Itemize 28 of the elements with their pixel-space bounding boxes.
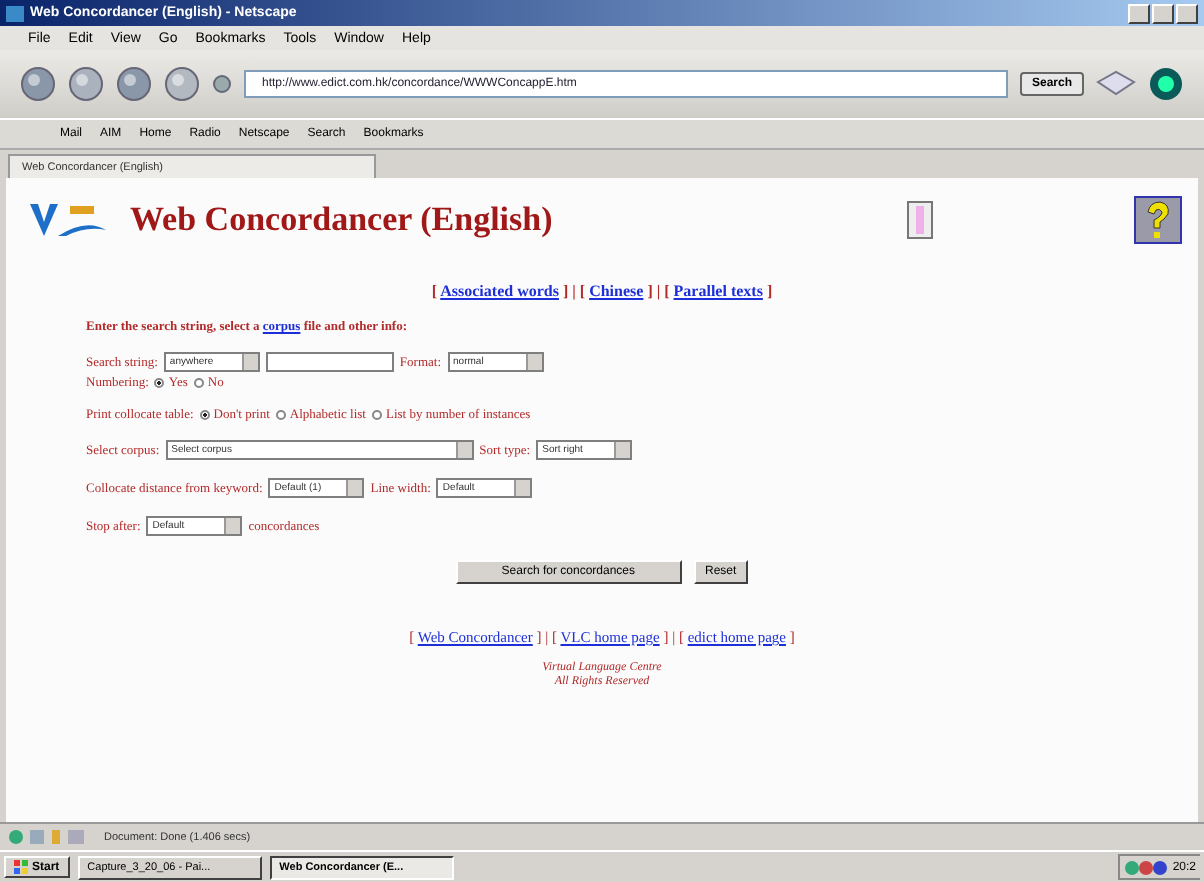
help-icon[interactable]: [1134, 196, 1182, 244]
nav-link[interactable]: Parallel texts: [673, 282, 763, 300]
document-icon[interactable]: [906, 200, 934, 240]
search-field[interactable]: [265, 352, 394, 372]
nav-link[interactable]: Chinese: [589, 282, 644, 300]
radio-button[interactable]: [199, 410, 210, 420]
stop-icon[interactable]: [164, 66, 200, 102]
reload-icon[interactable]: [116, 66, 152, 102]
radio-button[interactable]: [193, 378, 204, 388]
windows-logo-icon: [14, 860, 28, 874]
nav-link[interactable]: Associated words: [440, 282, 559, 300]
logo-icon: [26, 198, 110, 242]
radio-button[interactable]: [154, 378, 165, 388]
page-title: Web Concordancer (English): [130, 200, 553, 240]
go-icon[interactable]: [212, 74, 232, 94]
minimize-button[interactable]: [1128, 3, 1150, 23]
forward-icon[interactable]: [68, 66, 104, 102]
radio-button[interactable]: [275, 410, 286, 420]
separator-text: ] | [: [562, 282, 586, 300]
separator-text: ] | [: [647, 282, 670, 300]
maximize-button[interactable]: [1152, 3, 1174, 23]
separator-text: [: [431, 282, 438, 300]
back-icon[interactable]: [20, 66, 56, 102]
separator-text: ]: [766, 282, 773, 300]
radio-button[interactable]: [371, 410, 382, 420]
app-icon: [6, 5, 24, 21]
tray-icons-drawing[interactable]: [1124, 859, 1169, 875]
close-button[interactable]: [1176, 3, 1198, 23]
